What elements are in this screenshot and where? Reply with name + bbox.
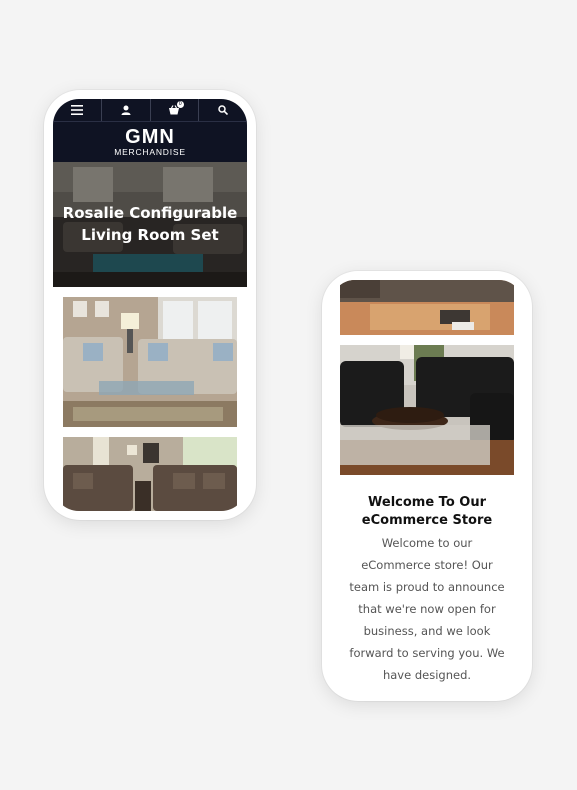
logo-title: GMN bbox=[125, 126, 175, 148]
brown-sofa-photo bbox=[63, 437, 237, 511]
phone-screen-left: 0 GMN MERCHANDISE Rosalie Configurable L… bbox=[53, 99, 247, 511]
phone-mockup-left: 0 GMN MERCHANDISE Rosalie Configurable L… bbox=[44, 90, 256, 520]
welcome-line: forward to serving you. We bbox=[349, 646, 505, 660]
menu-icon bbox=[70, 105, 83, 115]
hero-banner[interactable]: Rosalie Configurable Living Room Set bbox=[53, 162, 247, 287]
search-button[interactable] bbox=[199, 99, 247, 121]
beige-sofa-photo bbox=[63, 297, 237, 427]
hero-title: Rosalie Configurable Living Room Set bbox=[53, 202, 247, 246]
user-icon bbox=[121, 105, 131, 115]
product-image-brown-sofa[interactable] bbox=[63, 437, 237, 511]
welcome-line: eCommerce store! Our bbox=[361, 558, 493, 572]
account-button[interactable] bbox=[102, 99, 151, 121]
search-icon bbox=[218, 105, 229, 115]
welcome-heading-line2: eCommerce Store bbox=[361, 513, 493, 528]
hero-title-line1: Rosalie Configurable bbox=[62, 204, 238, 222]
hero-title-line2: Living Room Set bbox=[81, 226, 219, 244]
welcome-line: have designed. bbox=[382, 668, 472, 682]
menu-button[interactable] bbox=[53, 99, 102, 121]
welcome-line: that we're now open for bbox=[358, 602, 496, 616]
cart-button[interactable]: 0 bbox=[151, 99, 200, 121]
phone-screen-right: Welcome To Our eCommerce Store Welcome t… bbox=[331, 280, 523, 692]
product-image-sofa-set[interactable] bbox=[63, 297, 237, 427]
welcome-line: Welcome to our bbox=[381, 536, 473, 550]
site-logo[interactable]: GMN MERCHANDISE bbox=[53, 121, 247, 162]
welcome-line: team is proud to announce bbox=[349, 580, 505, 594]
welcome-heading: Welcome To Our eCommerce Store bbox=[340, 494, 514, 530]
logo-subtitle: MERCHANDISE bbox=[114, 147, 186, 157]
product-image-table-top[interactable] bbox=[340, 280, 514, 335]
coffee-table-photo bbox=[340, 280, 514, 335]
welcome-line: business, and we look bbox=[363, 624, 491, 638]
welcome-heading-line1: Welcome To Our bbox=[368, 495, 486, 510]
phone-mockup-right: Welcome To Our eCommerce Store Welcome t… bbox=[322, 271, 532, 701]
welcome-paragraph: Welcome to our eCommerce store! Our team… bbox=[343, 532, 511, 686]
top-nav-bar: 0 bbox=[53, 99, 247, 121]
leather-sofa-photo bbox=[340, 345, 514, 475]
cart-count-badge: 0 bbox=[176, 101, 184, 108]
product-image-leather-set[interactable] bbox=[340, 345, 514, 475]
